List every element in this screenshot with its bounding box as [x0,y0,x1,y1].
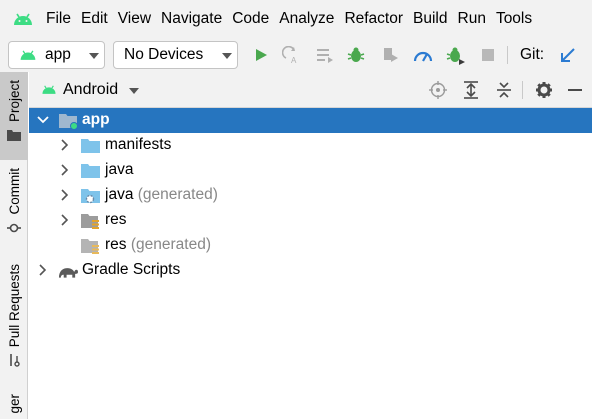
menu-bar: File Edit View Navigate Code Analyze Ref… [0,0,592,38]
run-config-label: app [45,46,71,63]
menu-edit[interactable]: Edit [81,10,115,28]
attach-debugger-icon[interactable] [446,45,466,65]
module-folder-icon [59,112,79,130]
tree-label-app: app [82,111,110,128]
chevron-down-icon[interactable] [129,87,140,94]
menu-code[interactable]: Code [232,10,276,28]
tree-label-res: res [105,211,127,228]
tab-partial[interactable]: ger [0,394,28,419]
chevron-right-icon[interactable] [59,214,71,226]
tree-row-java[interactable]: java [29,158,592,183]
tab-project-label: Project [6,80,22,123]
menu-refactor[interactable]: Refactor [344,10,410,28]
tree-row-res-generated[interactable]: res (generated) [29,233,592,258]
chevron-down-icon[interactable] [37,114,49,126]
menu-run[interactable]: Run [458,10,493,28]
chevron-right-icon[interactable] [59,139,71,151]
tab-pull-requests-label: Pull Requests [6,264,22,348]
menu-file[interactable]: File [46,10,78,28]
java-generated-name: java [105,186,134,203]
menu-view[interactable]: View [118,10,158,28]
expand-all-icon[interactable] [461,80,481,100]
gear-icon[interactable] [534,80,554,100]
generated-suffix: (generated) [137,186,218,203]
resource-folder-icon [81,212,101,230]
minimize-icon[interactable] [566,80,586,100]
menu-tools[interactable]: Tools [496,10,539,28]
tree-label-java-generated: java (generated) [105,186,218,204]
profiler-icon[interactable] [413,45,433,65]
run-with-coverage-icon[interactable] [380,45,400,65]
tree-row-res[interactable]: res [29,208,592,233]
debug-bug-icon[interactable] [346,45,366,65]
main-toolbar: app No Devices A Git: [0,38,592,72]
tree-label-manifests: manifests [105,136,172,153]
locate-target-icon[interactable] [428,80,448,100]
chevron-right-icon[interactable] [59,164,71,176]
git-label: Git: [520,46,545,63]
tab-commit-label: Commit [6,168,22,215]
collapse-all-icon[interactable] [494,80,514,100]
device-label: No Devices [124,46,204,63]
tree-row-manifests[interactable]: manifests [29,133,592,158]
folder-icon [7,128,21,145]
tree-row-gradle-scripts[interactable]: Gradle Scripts [29,258,592,283]
project-panel-header: Android [29,72,592,108]
menu-navigate[interactable]: Navigate [161,10,229,28]
project-view-selector[interactable]: Android [63,81,118,99]
menu-build[interactable]: Build [413,10,454,28]
chevron-right-icon[interactable] [59,189,71,201]
menu-analyze[interactable]: Analyze [279,10,341,28]
tab-partial-label: ger [6,394,22,414]
generated-suffix: (generated) [130,236,211,253]
project-tree: app manifests java java (generated) res … [29,108,592,419]
run-configuration-dropdown[interactable]: app [8,41,105,69]
tree-label-gradle-scripts: Gradle Scripts [82,261,181,278]
header-separator [522,81,523,99]
res-generated-name: res [105,236,127,253]
chevron-down-icon [222,53,232,59]
apply-code-changes-icon[interactable] [315,45,335,65]
tab-commit[interactable]: Commit [0,168,28,244]
chevron-right-icon[interactable] [37,264,49,276]
folder-icon [81,162,101,180]
tree-row-app[interactable]: app [29,108,592,133]
gradle-elephant-icon [58,262,78,280]
tree-label-java: java [105,161,134,178]
generated-folder-icon [81,187,101,205]
apply-changes-restart-icon[interactable]: A [281,45,301,65]
tree-row-java-generated[interactable]: java (generated) [29,183,592,208]
chevron-down-icon [89,53,99,59]
commit-icon [7,221,21,238]
left-tool-strip: Project Commit Pull Requests ger [0,72,28,419]
resource-folder-icon [81,237,101,255]
android-logo-icon [0,0,46,38]
tree-label-res-generated: res (generated) [105,236,211,254]
run-icon[interactable] [251,45,271,65]
toolbar-separator [507,46,508,64]
folder-icon [81,137,101,155]
android-config-icon [19,48,37,66]
tab-pull-requests[interactable]: Pull Requests [0,264,28,384]
pull-request-icon [8,353,20,371]
stop-icon[interactable] [478,45,498,65]
tab-project[interactable]: Project [0,72,28,160]
android-view-icon [41,84,57,95]
device-dropdown[interactable]: No Devices [113,41,238,69]
svg-text:A: A [291,56,297,64]
git-update-arrow-icon[interactable] [558,45,578,65]
